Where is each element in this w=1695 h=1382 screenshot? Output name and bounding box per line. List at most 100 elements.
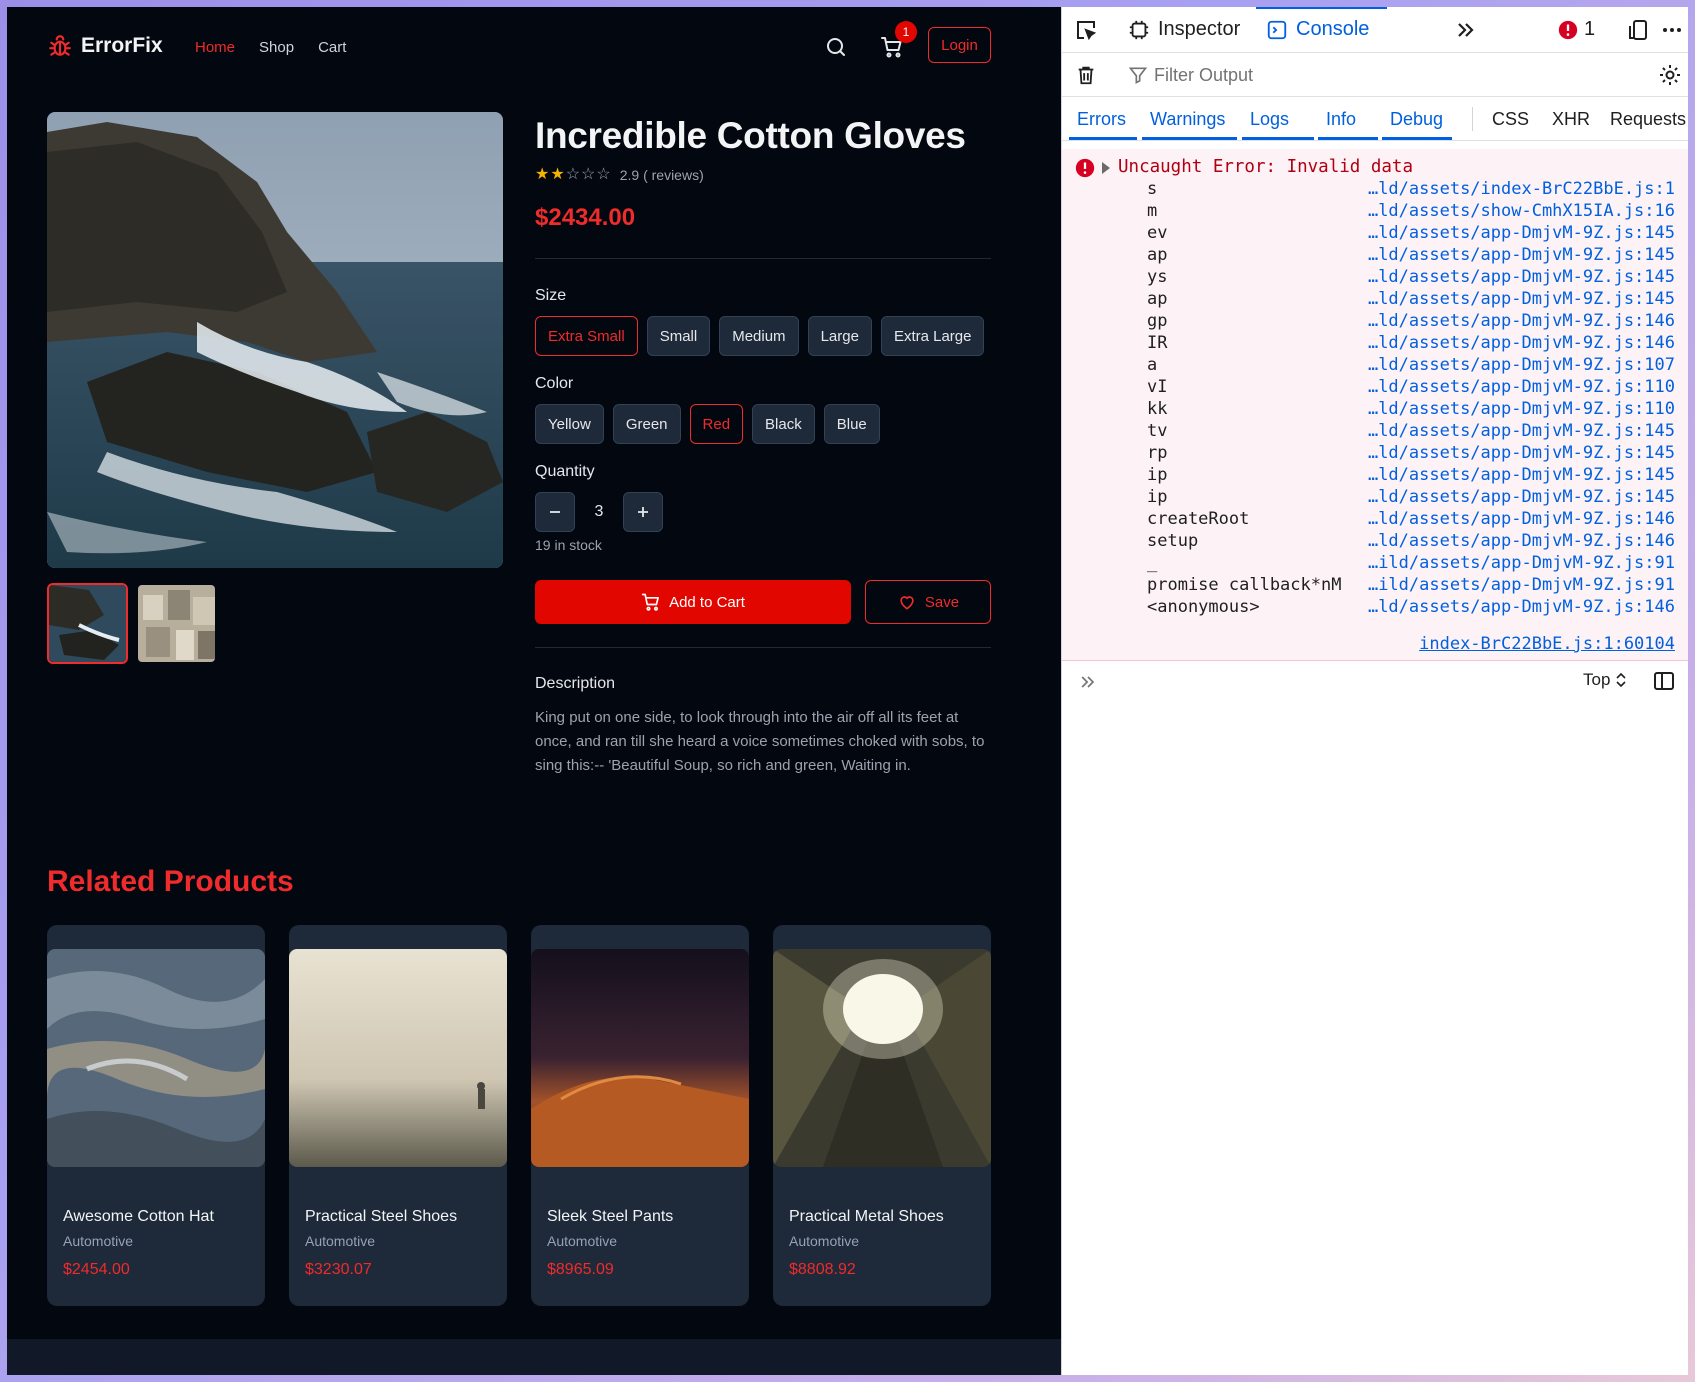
quantity-decrement-button[interactable] — [535, 492, 575, 532]
product-card[interactable]: Sleek Steel Pants Automotive $8965.09 — [531, 925, 749, 1306]
stack-frame-location[interactable]: …ld/assets/app-DmjvM-9Z.js:110 — [1368, 377, 1675, 397]
stock-count: 19 in stock — [535, 537, 602, 553]
color-options: Yellow Green Red Black Blue — [535, 404, 880, 444]
color-green[interactable]: Green — [612, 404, 681, 444]
save-button[interactable]: Save — [865, 580, 991, 624]
stack-frame-location[interactable]: …ld/assets/app-DmjvM-9Z.js:145 — [1368, 443, 1675, 463]
product-card-name: Practical Metal Shoes — [789, 1208, 944, 1225]
devtools-toolbar: Inspector Console 1 — [1062, 7, 1688, 53]
sidebar-toggle-icon[interactable] — [1652, 669, 1676, 693]
color-blue[interactable]: Blue — [823, 404, 880, 444]
stack-frame-location[interactable]: …ild/assets/app-DmjvM-9Z.js:91 — [1368, 553, 1675, 573]
filter-logs[interactable]: Logs — [1250, 109, 1289, 130]
product-card-price: $2454.00 — [63, 1261, 130, 1278]
stack-frame: gp …ld/assets/app-DmjvM-9Z.js:146 — [1062, 311, 1688, 333]
filter-active-bar — [1382, 137, 1452, 140]
size-label: Size — [535, 287, 567, 304]
stack-frame: vI …ld/assets/app-DmjvM-9Z.js:110 — [1062, 377, 1688, 399]
filter-requests[interactable]: Requests — [1610, 109, 1686, 130]
size-extra-large[interactable]: Extra Large — [880, 316, 985, 356]
product-title: Incredible Cotton Gloves — [535, 115, 966, 156]
product-card-category: Automotive — [305, 1233, 376, 1249]
more-options-icon[interactable] — [1658, 16, 1686, 44]
star-outline-icon: ☆ — [565, 166, 581, 183]
nav-home[interactable]: Home — [195, 39, 235, 56]
stack-frame-function: setup — [1147, 531, 1199, 551]
stack-frame-function: m — [1147, 201, 1158, 221]
star-icon: ★ — [550, 166, 565, 183]
filter-xhr[interactable]: XHR — [1552, 109, 1590, 130]
stack-frame-location[interactable]: …ld/assets/app-DmjvM-9Z.js:146 — [1368, 333, 1675, 353]
stack-frame: promise callback*nM …ild/assets/app-DmjvM… — [1062, 575, 1688, 597]
nav-shop[interactable]: Shop — [259, 39, 294, 56]
tab-inspector-label: Inspector — [1158, 18, 1241, 40]
stack-frame-function: rp — [1147, 443, 1168, 463]
context-selector[interactable]: Top — [1583, 670, 1626, 690]
size-extra-small[interactable]: Extra Small — [535, 316, 638, 356]
login-button[interactable]: Login — [928, 27, 991, 63]
product-card-name: Practical Steel Shoes — [305, 1208, 458, 1225]
stack-frame-location[interactable]: …ld/assets/app-DmjvM-9Z.js:146 — [1368, 531, 1675, 551]
color-yellow[interactable]: Yellow — [535, 404, 604, 444]
quantity-value[interactable]: 3 — [575, 503, 623, 521]
save-label: Save — [924, 593, 960, 611]
quantity-increment-button[interactable] — [623, 492, 663, 532]
stack-frame: kk …ld/assets/app-DmjvM-9Z.js:110 — [1062, 399, 1688, 421]
product-card[interactable]: Practical Steel Shoes Automotive $3230.0… — [289, 925, 507, 1306]
more-tabs-chevron-icon[interactable] — [1452, 16, 1480, 44]
stack-frame-location[interactable]: …ld/assets/app-DmjvM-9Z.js:145 — [1368, 487, 1675, 507]
thumbnail-2[interactable] — [136, 583, 217, 664]
stack-frame-location[interactable]: …ld/assets/show-CmhX15IA.js:16 — [1368, 201, 1675, 221]
stack-frame: createRoot …ld/assets/app-DmjvM-9Z.js:146 — [1062, 509, 1688, 531]
divider — [535, 647, 991, 648]
stack-frame-location[interactable]: …ld/assets/app-DmjvM-9Z.js:145 — [1368, 267, 1675, 287]
stack-frame-location[interactable]: …ld/assets/app-DmjvM-9Z.js:145 — [1368, 289, 1675, 309]
size-small[interactable]: Small — [646, 316, 711, 356]
filter-separator — [1472, 107, 1473, 131]
stack-frame-location[interactable]: …ild/assets/app-DmjvM-9Z.js:91 — [1368, 575, 1675, 595]
stack-frame-location[interactable]: …ld/assets/app-DmjvM-9Z.js:145 — [1368, 465, 1675, 485]
filter-errors[interactable]: Errors — [1077, 109, 1126, 130]
product-card[interactable]: Awesome Cotton Hat Automotive $2454.00 — [47, 925, 265, 1306]
stack-frame-location[interactable]: …ld/assets/index-BrC22BbE.js:1 — [1368, 179, 1675, 199]
expand-triangle-icon[interactable] — [1100, 161, 1112, 175]
filter-debug[interactable]: Debug — [1390, 109, 1443, 130]
filter-warnings[interactable]: Warnings — [1150, 109, 1225, 130]
color-black[interactable]: Black — [752, 404, 815, 444]
stack-frame-location[interactable]: …ld/assets/app-DmjvM-9Z.js:146 — [1368, 509, 1675, 529]
gear-icon[interactable] — [1656, 61, 1684, 89]
error-source-link[interactable]: index-BrC22BbE.js:1:60104 — [1419, 634, 1675, 654]
stack-frame-location[interactable]: …ld/assets/app-DmjvM-9Z.js:145 — [1368, 421, 1675, 441]
error-icon[interactable] — [1554, 16, 1582, 44]
size-large[interactable]: Large — [807, 316, 872, 356]
color-red[interactable]: Red — [689, 404, 744, 444]
add-to-cart-button[interactable]: Add to Cart — [535, 580, 851, 624]
tab-inspector[interactable]: Inspector — [1128, 18, 1240, 41]
stack-frame-location[interactable]: …ld/assets/app-DmjvM-9Z.js:146 — [1368, 597, 1675, 617]
nav-cart[interactable]: Cart — [318, 39, 346, 56]
console-input[interactable]: Top — [1062, 661, 1688, 701]
search-icon[interactable] — [824, 35, 848, 59]
stack-frame-function: IR — [1147, 333, 1168, 353]
brand-logo[interactable]: ErrorFix — [47, 33, 163, 59]
tab-console[interactable]: Console — [1266, 18, 1369, 41]
responsive-design-icon[interactable] — [1624, 16, 1652, 44]
stack-frame-location[interactable]: …ld/assets/app-DmjvM-9Z.js:145 — [1368, 223, 1675, 243]
element-picker-icon[interactable] — [1072, 16, 1100, 44]
thumbnail-1[interactable] — [47, 583, 128, 664]
stack-frame: ys …ld/assets/app-DmjvM-9Z.js:145 — [1062, 267, 1688, 289]
filter-bar: Filter Output — [1062, 53, 1688, 97]
stack-frame-location[interactable]: …ld/assets/app-DmjvM-9Z.js:107 — [1368, 355, 1675, 375]
trash-icon[interactable] — [1072, 61, 1100, 89]
filter-output-input[interactable]: Filter Output — [1154, 65, 1253, 86]
product-card[interactable]: Practical Metal Shoes Automotive $8808.9… — [773, 925, 991, 1306]
star-icon: ★ — [535, 166, 550, 183]
filter-css[interactable]: CSS — [1492, 109, 1529, 130]
filter-info[interactable]: Info — [1326, 109, 1356, 130]
stack-frame-function: <anonymous> — [1147, 597, 1260, 617]
storefront-page: ErrorFix Home Shop Cart 1 Login Incredib… — [7, 7, 1061, 1375]
stack-frame-location[interactable]: …ld/assets/app-DmjvM-9Z.js:146 — [1368, 311, 1675, 331]
stack-frame-location[interactable]: …ld/assets/app-DmjvM-9Z.js:110 — [1368, 399, 1675, 419]
size-medium[interactable]: Medium — [719, 316, 799, 356]
stack-frame-location[interactable]: …ld/assets/app-DmjvM-9Z.js:145 — [1368, 245, 1675, 265]
